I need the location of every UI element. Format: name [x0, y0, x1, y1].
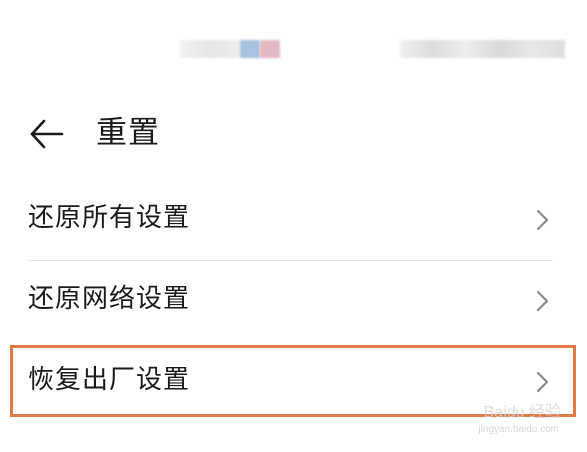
back-button[interactable] [26, 114, 66, 154]
settings-item-label: 恢复出厂设置 [28, 365, 191, 395]
baidu-watermark-url: jingyan.baidu.com [478, 424, 559, 435]
arrow-left-icon [30, 119, 64, 149]
status-bar [0, 0, 587, 90]
chevron-right-icon [536, 290, 549, 312]
status-bar-center-color-blur-2 [260, 40, 280, 58]
status-bar-left-blur [180, 40, 240, 58]
status-bar-center-color-blur [240, 40, 260, 58]
baidu-watermark: Baidu 经验 [483, 404, 561, 421]
settings-item-label: 还原网络设置 [28, 284, 191, 314]
chevron-right-icon [536, 209, 549, 231]
settings-item-reset-network[interactable]: 还原网络设置 [0, 261, 587, 341]
page-header: 重置 [0, 100, 587, 170]
settings-item-reset-all[interactable]: 还原所有设置 [0, 180, 587, 260]
chevron-right-icon [536, 371, 549, 393]
page-title: 重置 [96, 115, 160, 151]
settings-item-label: 还原所有设置 [28, 203, 191, 233]
status-bar-right-blur [400, 40, 565, 58]
